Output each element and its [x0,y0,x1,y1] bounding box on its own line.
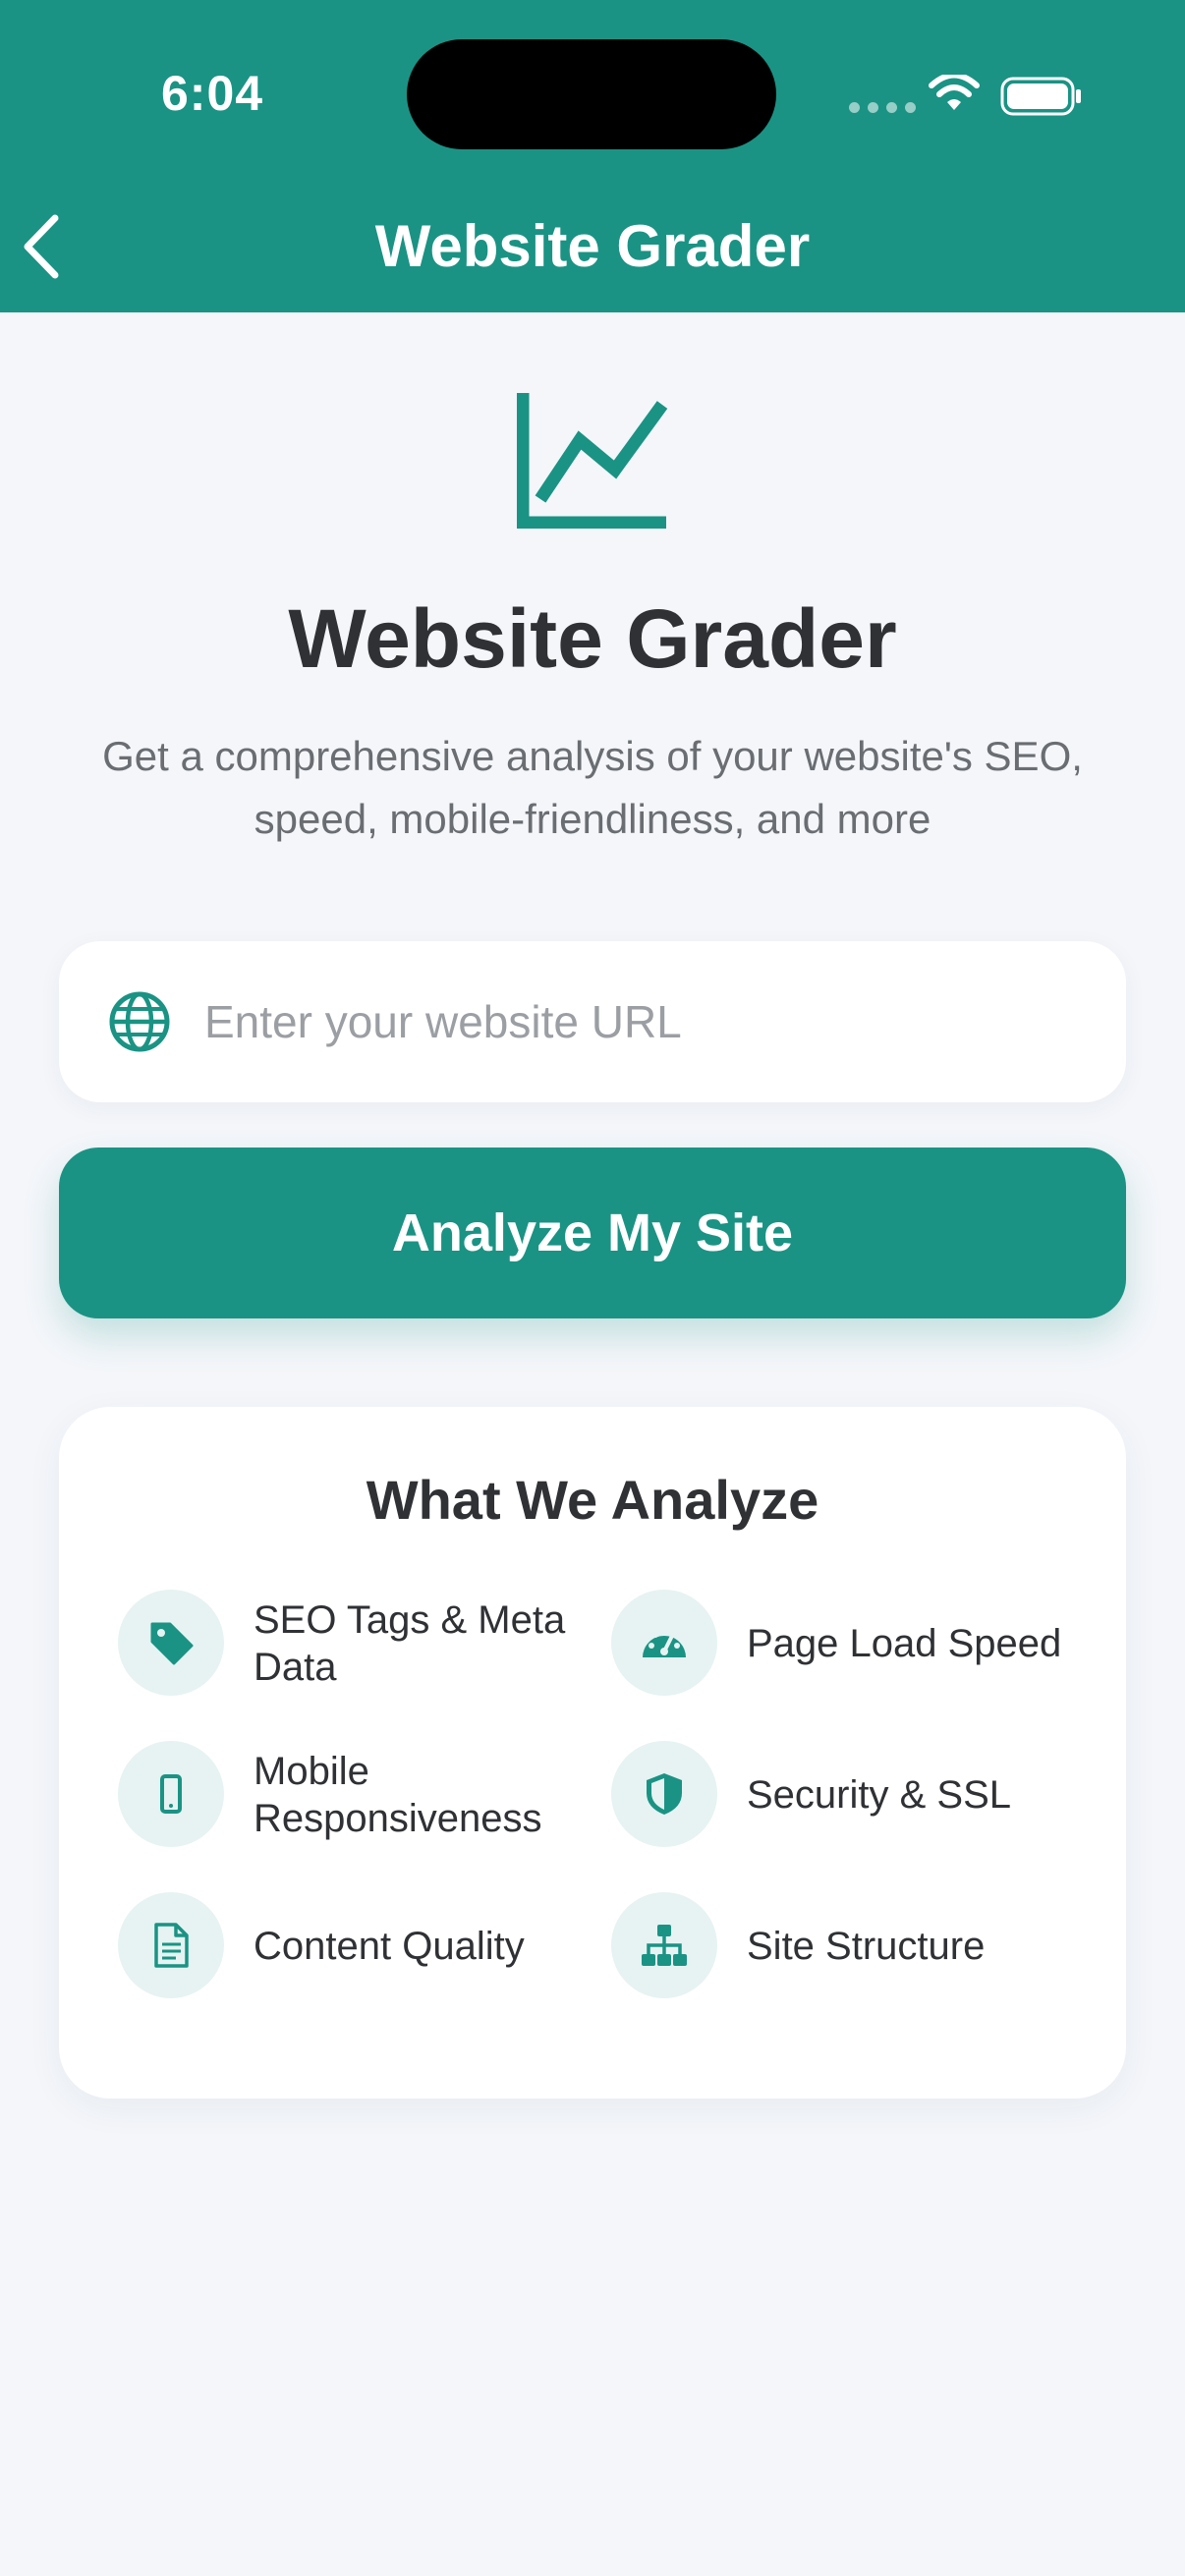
hero-subtitle: Get a comprehensive analysis of your web… [102,733,1083,842]
feature-label: Mobile Responsiveness [254,1750,542,1840]
app-header: 6:04 Website Grader [0,0,1185,312]
shield-icon [647,1773,682,1815]
what-we-analyze-card: What We Analyze SEO Tags & Meta Data Pag… [59,1407,1126,2099]
nav-title: Website Grader [374,213,811,279]
speedometer-icon [643,1627,686,1657]
document-icon [154,1923,189,1968]
tag-icon [150,1622,194,1665]
feature-label: Site Structure [747,1925,986,1968]
mobile-phone-icon [160,1774,182,1814]
sitemap-icon [642,1925,687,1966]
dynamic-island [407,39,776,149]
feature-label: SEO Tags & Meta Data [254,1598,566,1689]
website-url-input[interactable] [204,980,1089,1063]
feature-label: Page Load Speed [747,1622,1062,1665]
line-chart-icon [517,393,668,529]
status-time: 6:04 [161,66,264,121]
battery-icon [1000,77,1081,116]
analyze-my-site-button[interactable]: Analyze My Site [59,1148,1126,1318]
url-input-card [59,941,1126,1102]
feature-site-structure: Site Structure [611,1892,1083,2000]
feature-label: Content Quality [254,1925,525,1968]
what-we-analyze-title: What We Analyze [366,1469,819,1531]
feature-security-ssl: Security & SSL [611,1741,1083,1849]
feature-mobile-responsiveness: Mobile Responsiveness [118,1741,590,1849]
globe-icon [109,991,170,1052]
feature-seo-tags: SEO Tags & Meta Data [118,1590,590,1698]
feature-page-load-speed: Page Load Speed [611,1590,1083,1698]
wifi-icon [929,75,980,110]
feature-content-quality: Content Quality [118,1892,590,2000]
feature-label: Security & SSL [747,1773,1012,1817]
cellular-signal-icon [849,102,916,113]
hero-title: Website Grader [288,592,897,685]
